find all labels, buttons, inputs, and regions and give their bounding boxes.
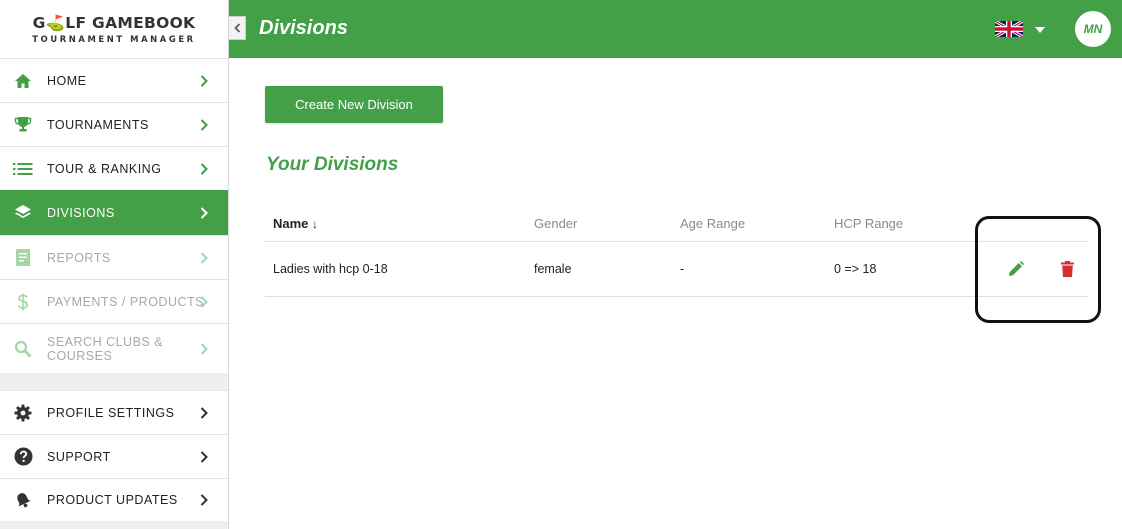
sidebar-item-support[interactable]: SUPPORT (0, 434, 228, 478)
search-icon (13, 339, 33, 359)
sidebar-item-label: REPORTS (47, 250, 111, 265)
top-bar: Divisions MN (229, 0, 1122, 58)
sidebar-item-label: TOURNAMENTS (47, 117, 149, 132)
chevron-right-icon (200, 74, 208, 87)
chevron-right-icon (200, 162, 208, 175)
sidebar-item-label: PAYMENTS / PRODUCTS (47, 294, 204, 309)
chevron-right-icon (200, 251, 208, 264)
column-header-name[interactable]: Name ↓ (273, 216, 318, 232)
chevron-right-icon (200, 406, 208, 419)
column-header-hcp-range: HCP Range (834, 216, 904, 231)
caret-down-icon (1035, 27, 1045, 33)
logo-subtitle: TOURNAMENT MANAGER (32, 33, 196, 44)
chevron-left-icon (233, 23, 240, 33)
section-title: Your Divisions (266, 154, 399, 175)
sidebar: G⛳LF GAMEBOOK TOURNAMENT MANAGER HOME TO… (0, 0, 229, 529)
logo-title: G⛳LF GAMEBOOK (32, 13, 196, 32)
column-header-age-range: Age Range (680, 216, 746, 231)
trophy-icon (13, 115, 33, 135)
chevron-right-icon (200, 118, 208, 131)
sidebar-item-payments-products[interactable]: PAYMENTS / PRODUCTS (0, 279, 228, 323)
sidebar-item-divisions[interactable]: DIVISIONS (0, 190, 228, 235)
document-icon (13, 248, 33, 268)
cell-gender: female (534, 262, 572, 276)
sort-arrow-icon: ↓ (312, 217, 319, 231)
sidebar-item-label: PRODUCT UPDATES (47, 493, 178, 507)
table-row-divider (265, 296, 1088, 297)
page-title: Divisions (259, 17, 348, 39)
chevron-right-icon (200, 207, 208, 219)
sidebar-item-reports[interactable]: REPORTS (0, 235, 228, 279)
sidebar-item-home[interactable]: HOME (0, 58, 228, 102)
sidebar-item-product-updates[interactable]: PRODUCT UPDATES (0, 478, 228, 521)
sidebar-item-label: SEARCH CLUBS & COURSES (47, 335, 164, 363)
dollar-icon (13, 292, 33, 312)
sidebar-item-label: DIVISIONS (47, 206, 115, 220)
create-division-button[interactable]: Create New Division (265, 86, 443, 123)
cell-age-range: - (680, 262, 685, 276)
list-icon (13, 159, 33, 179)
sidebar-footer (0, 521, 228, 529)
sidebar-item-label: TOUR & RANKING (47, 161, 162, 176)
sidebar-item-profile-settings[interactable]: PROFILE SETTINGS (0, 390, 228, 434)
chevron-right-icon (200, 295, 208, 308)
highlight-annotation (975, 216, 1101, 323)
gear-icon (13, 403, 33, 423)
sidebar-item-label: PROFILE SETTINGS (47, 405, 175, 420)
column-header-gender: Gender (534, 216, 578, 231)
table-header-divider (265, 241, 1088, 242)
sidebar-divider (0, 373, 228, 390)
help-icon (13, 447, 33, 467)
sidebar-item-tour-ranking[interactable]: TOUR & RANKING (0, 146, 228, 190)
sidebar-item-label: SUPPORT (47, 449, 111, 464)
home-icon (13, 71, 33, 91)
sidebar-item-tournaments[interactable]: TOURNAMENTS (0, 102, 228, 146)
chevron-right-icon (200, 494, 208, 506)
cell-name: Ladies with hcp 0-18 (273, 262, 388, 276)
chevron-right-icon (200, 342, 208, 355)
uk-flag-icon (995, 21, 1023, 37)
language-selector[interactable] (995, 20, 1051, 38)
user-avatar[interactable]: MN (1075, 11, 1111, 47)
collapse-sidebar-button[interactable] (229, 16, 246, 40)
layers-icon (13, 203, 33, 223)
bell-icon (13, 490, 33, 510)
sidebar-item-search-clubs[interactable]: SEARCH CLUBS & COURSES (0, 323, 228, 373)
sidebar-item-label: HOME (47, 73, 87, 88)
chevron-right-icon (200, 450, 208, 463)
cell-hcp-range: 0 => 18 (834, 262, 877, 276)
logo[interactable]: G⛳LF GAMEBOOK TOURNAMENT MANAGER (0, 0, 228, 58)
